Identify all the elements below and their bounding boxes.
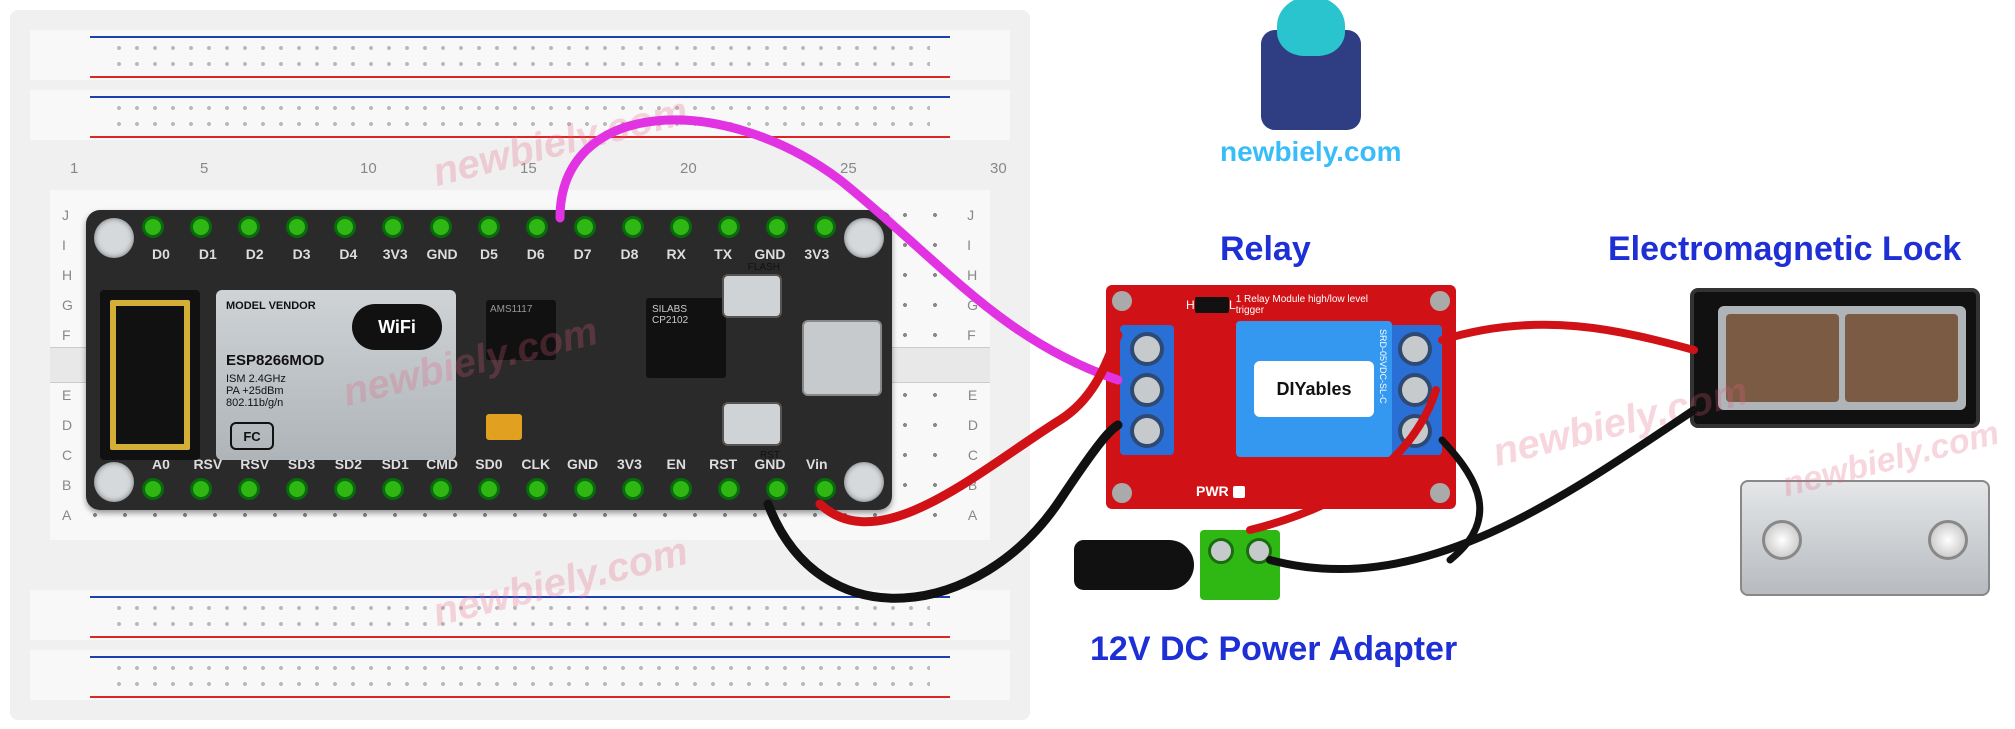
- nodemcu-pin-gnd: [430, 216, 452, 238]
- newbiely-logo: newbiely.com: [1220, 30, 1402, 168]
- dc-barrel-jack: [1074, 540, 1194, 590]
- relay-output-terminal: [1388, 325, 1442, 455]
- armature-plate: [1740, 480, 1990, 596]
- nodemcu-pin-label-gnd: GND: [423, 246, 461, 264]
- nodemcu-pin-3v3: [814, 216, 836, 238]
- nodemcu-pin-a0: [142, 478, 164, 500]
- regulator-chip: AMS1117: [486, 300, 556, 360]
- nodemcu-pin-rx: [670, 216, 692, 238]
- nodemcu-pin-label-d2: D2: [236, 246, 274, 264]
- nodemcu-pin-en: [670, 478, 692, 500]
- nodemcu-pins-bottom: [142, 478, 836, 504]
- nodemcu-pin-sd1: [382, 478, 404, 500]
- nodemcu-pin-label-d7: D7: [564, 246, 602, 264]
- lock-label: Electromagnetic Lock: [1608, 230, 1961, 269]
- nodemcu-pin-d6: [526, 216, 548, 238]
- nodemcu-pin-rsv: [238, 478, 260, 500]
- nodemcu-pin-gnd: [574, 478, 596, 500]
- tantalum-cap: [486, 414, 522, 440]
- nodemcu-pin-sd2: [334, 478, 356, 500]
- nodemcu-pin-rsv: [190, 478, 212, 500]
- fcc-logo-icon: FC: [230, 422, 274, 450]
- nodemcu-pin-rst: [718, 478, 740, 500]
- power-adapter-label: 12V DC Power Adapter: [1090, 630, 1457, 669]
- nodemcu-pin-3v3: [382, 216, 404, 238]
- nodemcu-pin-label-3v3: 3V3: [798, 246, 836, 264]
- nodemcu-pin-d4: [334, 216, 356, 238]
- nodemcu-pin-label-clk: CLK: [517, 456, 555, 474]
- nodemcu-pin-label-3v3: 3V3: [610, 456, 648, 474]
- nodemcu-pin-d5: [478, 216, 500, 238]
- nodemcu-pin-d1: [190, 216, 212, 238]
- nodemcu-pin-label-3v3: 3V3: [376, 246, 414, 264]
- nodemcu-pin-label-rx: RX: [657, 246, 695, 264]
- nodemcu-pin-gnd: [766, 216, 788, 238]
- relay-input-terminal: [1120, 325, 1174, 455]
- dc-screw-terminal: [1200, 530, 1280, 600]
- nodemcu-esp8266: D0D1D2D3D43V3GNDD5D6D7D8RXTXGND3V3 A0RSV…: [86, 210, 892, 510]
- electromagnetic-lock: [1690, 288, 1980, 428]
- usb-serial-chip: SILABS CP2102: [646, 298, 726, 378]
- owl-icon: [1261, 30, 1361, 130]
- reset-button[interactable]: RST: [722, 402, 782, 446]
- nodemcu-pin-label-sd0: SD0: [470, 456, 508, 474]
- esp8266-shield: MODEL VENDOR ESP8266MOD ISM 2.4GHz PA +2…: [216, 290, 456, 460]
- relay-brand: DIYables: [1254, 361, 1374, 417]
- nodemcu-pin-label-d8: D8: [610, 246, 648, 264]
- relay-label: Relay: [1220, 230, 1311, 269]
- relay-module: H L 1 Relay Module high/low level trigge…: [1106, 285, 1456, 509]
- nodemcu-pin-d8: [622, 216, 644, 238]
- nodemcu-pin-d7: [574, 216, 596, 238]
- nodemcu-pin-d3: [286, 216, 308, 238]
- relay-pwr-led-label: PWR: [1196, 483, 1245, 499]
- relay-cube: DIYables SRD-05VDC-SL-C: [1236, 321, 1392, 457]
- flash-button[interactable]: FLASH: [722, 274, 782, 318]
- nodemcu-pin-d2: [238, 216, 260, 238]
- nodemcu-pin-label-gnd: GND: [564, 456, 602, 474]
- nodemcu-pin-cmd: [430, 478, 452, 500]
- nodemcu-pin-label-d0: D0: [142, 246, 180, 264]
- nodemcu-pin-label-d6: D6: [517, 246, 555, 264]
- nodemcu-pin-label-d5: D5: [470, 246, 508, 264]
- nodemcu-pin-label-vin: Vin: [798, 456, 836, 474]
- nodemcu-pin-label-d3: D3: [283, 246, 321, 264]
- micro-usb-port: [802, 320, 882, 396]
- breadboard-column-numbers: 1 5 10 15 20 25 30: [70, 160, 970, 184]
- pcb-antenna: [100, 290, 200, 460]
- nodemcu-pin-label-d4: D4: [329, 246, 367, 264]
- nodemcu-pins-top: [142, 216, 836, 242]
- wire-relay-no-to-lock: [1442, 325, 1694, 350]
- nodemcu-pin-label-en: EN: [657, 456, 695, 474]
- wifi-logo-icon: WiFi: [352, 304, 442, 350]
- nodemcu-pin-3v3: [622, 478, 644, 500]
- nodemcu-pin-tx: [718, 216, 740, 238]
- nodemcu-pin-vin: [814, 478, 836, 500]
- nodemcu-pin-gnd: [766, 478, 788, 500]
- nodemcu-pin-sd0: [478, 478, 500, 500]
- nodemcu-pin-sd3: [286, 478, 308, 500]
- nodemcu-pin-clk: [526, 478, 548, 500]
- nodemcu-pin-d0: [142, 216, 164, 238]
- nodemcu-pin-label-d1: D1: [189, 246, 227, 264]
